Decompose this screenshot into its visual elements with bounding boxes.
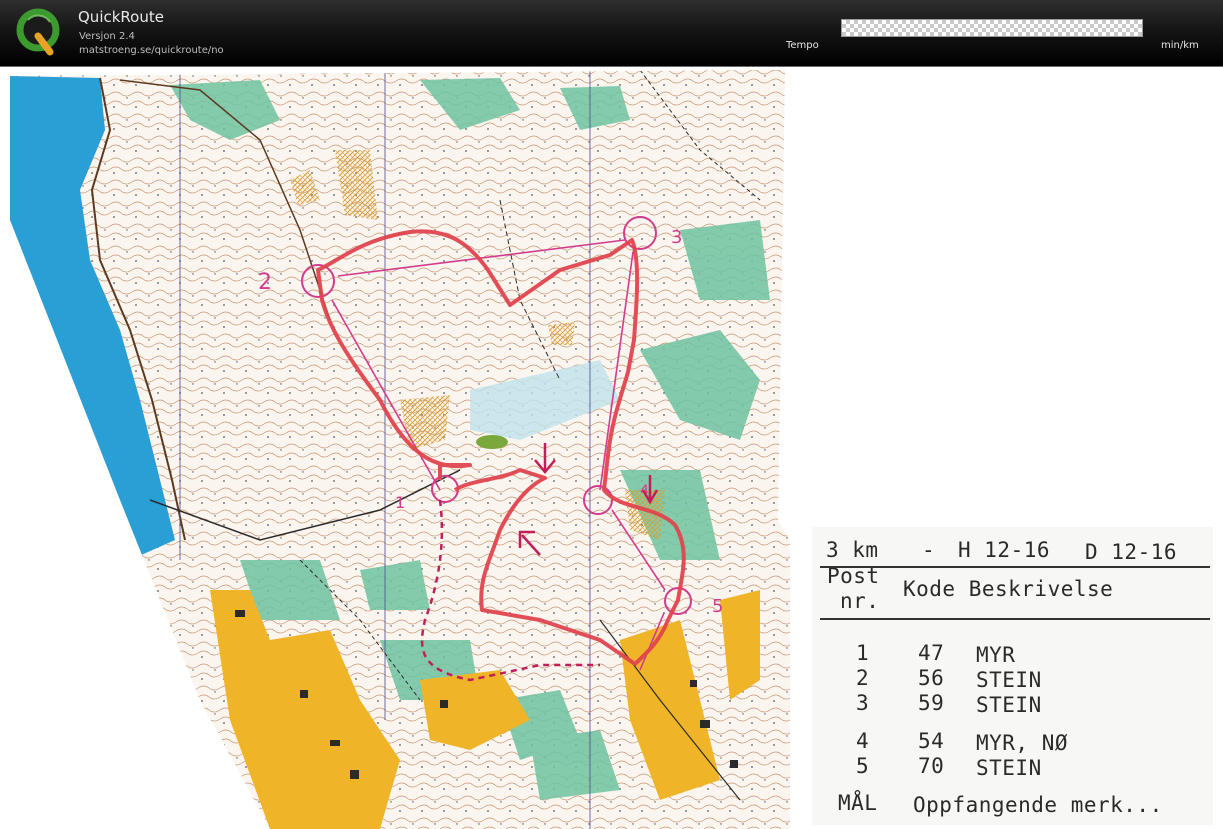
control-desc: MYR, NØ [976, 731, 1069, 755]
control-code: 54 [918, 729, 945, 753]
control-number-5: 5 [712, 596, 723, 617]
control-number-1: 1 [395, 493, 405, 512]
course-length: 3 km [826, 538, 879, 562]
control-number-3: 3 [671, 227, 682, 248]
col-nr-header: nr. [840, 589, 880, 613]
orienteering-map[interactable]: 1 2 3 4 5 3 km - H 12-16 D 12-16 Post nr… [0, 67, 1223, 829]
course-class-h: H 12-16 [958, 538, 1051, 562]
tempo-unit-label: min/km [1161, 40, 1199, 51]
tempo-label: Tempo [786, 40, 819, 51]
finish-label: MÅL [838, 791, 878, 815]
control-desc: STEIN [976, 668, 1042, 692]
control-nr: 2 [856, 666, 870, 690]
app-url-link[interactable]: matstroeng.se/quickroute/no [79, 45, 224, 57]
control-code: 59 [918, 691, 945, 715]
small-pond [476, 435, 508, 449]
col-code-desc-header: Kode Beskrivelse [903, 577, 1114, 601]
course-dash: - [922, 538, 936, 562]
card-header-rule [820, 618, 1210, 620]
control-nr: 1 [856, 641, 870, 665]
app-version: Versjon 2.4 [79, 31, 135, 42]
control-code: 70 [918, 754, 945, 778]
col-post-header: Post [827, 564, 880, 588]
control-nr: 3 [856, 691, 870, 715]
quickroute-logo-icon [16, 8, 60, 56]
control-code: 56 [918, 666, 945, 690]
control-nr: 5 [856, 754, 870, 778]
control-desc: MYR [976, 643, 1016, 667]
control-desc: STEIN [976, 756, 1042, 780]
control-description-card: 3 km - H 12-16 D 12-16 Post nr. Kode Bes… [812, 527, 1213, 825]
app-header: QuickRoute Versjon 2.4 matstroeng.se/qui… [0, 0, 1223, 67]
control-desc: STEIN [976, 693, 1042, 717]
control-number-2: 2 [258, 270, 272, 295]
control-code: 47 [918, 641, 945, 665]
control-nr: 4 [856, 729, 870, 753]
tempo-color-scale [841, 19, 1143, 37]
course-class-d: D 12-16 [1085, 540, 1178, 564]
app-title: QuickRoute [78, 8, 164, 26]
finish-description: Oppfangende merk... [913, 793, 1163, 817]
